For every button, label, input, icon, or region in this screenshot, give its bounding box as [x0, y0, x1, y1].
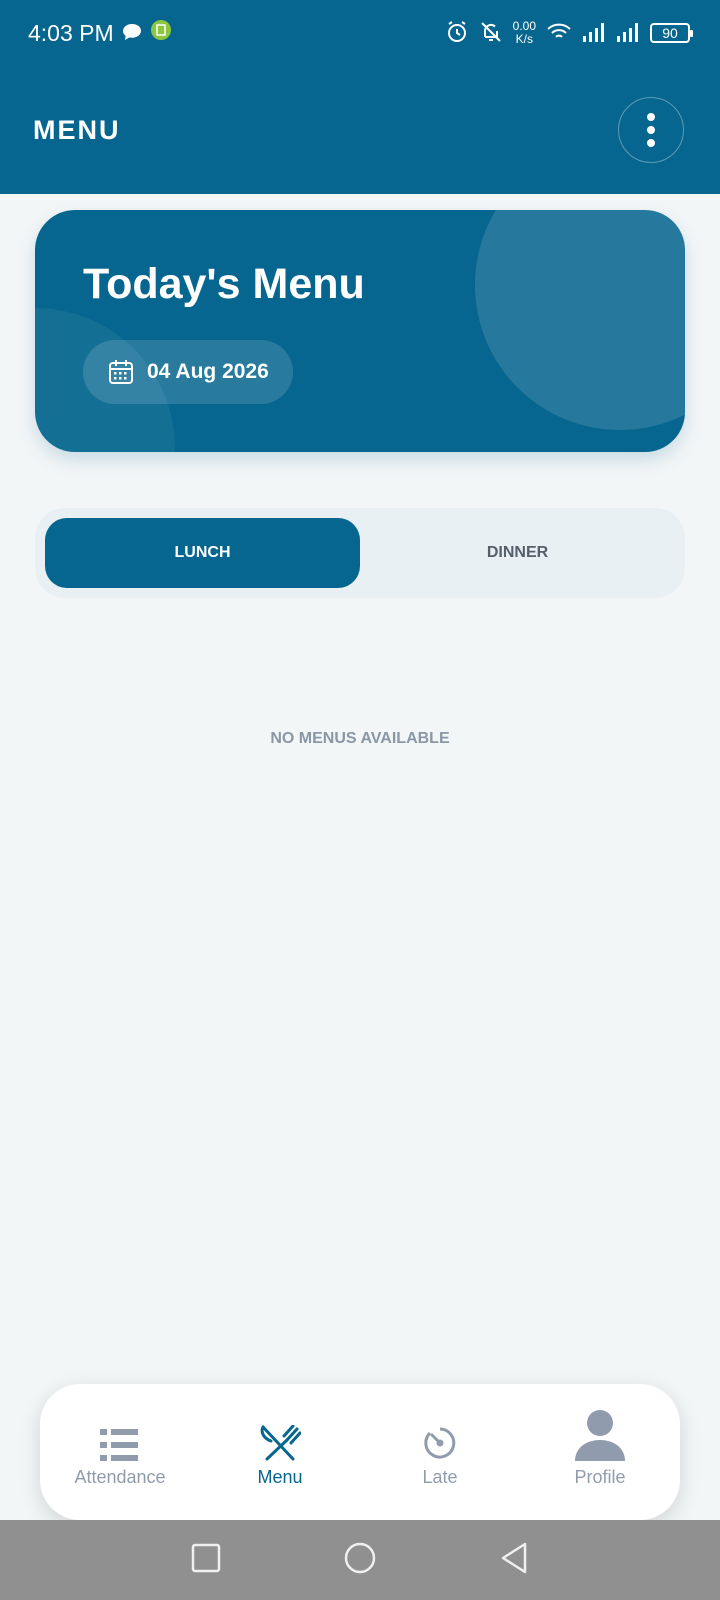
empty-state-message: NO MENUS AVAILABLE	[270, 730, 450, 747]
signal-icon	[582, 22, 606, 45]
more-options-button[interactable]	[618, 97, 684, 163]
tab-dinner[interactable]: DINNER	[360, 518, 675, 588]
battery-icon: 90	[650, 23, 693, 43]
recent-apps-button[interactable]	[191, 1543, 221, 1578]
nav-item-late[interactable]: Late	[360, 1384, 520, 1520]
net-speed-unit: K/s	[515, 32, 533, 46]
home-button[interactable]	[344, 1542, 376, 1579]
nav-item-attendance[interactable]: Attendance	[40, 1384, 200, 1520]
net-speed: 0.00 K/s	[513, 20, 536, 46]
tab-lunch[interactable]: LUNCH	[45, 518, 360, 588]
bottom-nav: Attendance Menu Late Profile	[40, 1384, 680, 1520]
signal-icon-2	[616, 22, 640, 45]
calendar-icon	[109, 360, 133, 384]
hero-title: Today's Menu	[83, 260, 365, 308]
alarm-icon	[445, 20, 469, 47]
menu-date: 04 Aug 2026	[147, 360, 269, 383]
system-nav-bar	[0, 1520, 720, 1600]
list-icon	[100, 1417, 140, 1461]
square-icon	[192, 1543, 221, 1572]
decorative-circle	[475, 210, 685, 430]
page-title: MENU	[33, 114, 121, 145]
status-bar: 4:03 PM 0.00 K/s 90	[0, 0, 720, 66]
nav-label-late: Late	[422, 1466, 458, 1487]
nav-item-profile[interactable]: Profile	[520, 1384, 680, 1520]
battery-level: 90	[662, 25, 678, 41]
nav-label-profile: Profile	[574, 1466, 626, 1487]
wifi-icon	[546, 22, 572, 45]
nav-label-menu: Menu	[257, 1466, 303, 1487]
back-button[interactable]	[499, 1542, 529, 1579]
circle-icon	[344, 1542, 376, 1573]
chat-bubble-icon	[122, 20, 142, 47]
todays-menu-card: Today's Menu 04 Aug 2026	[35, 210, 685, 452]
date-chip[interactable]: 04 Aug 2026	[83, 340, 293, 404]
status-time: 4:03 PM	[28, 19, 114, 46]
timer-icon	[422, 1417, 458, 1461]
bell-off-icon	[479, 20, 503, 47]
app-notification-icon	[150, 19, 172, 47]
nav-label-attendance: Attendance	[74, 1466, 166, 1487]
app-bar: MENU	[0, 66, 720, 194]
person-icon	[575, 1409, 625, 1461]
back-triangle-icon	[501, 1542, 526, 1573]
meal-tabs: LUNCH DINNER	[35, 508, 685, 598]
utensils-icon	[259, 1417, 301, 1461]
nav-item-menu[interactable]: Menu	[200, 1384, 360, 1520]
vertical-dots-icon	[647, 113, 655, 147]
